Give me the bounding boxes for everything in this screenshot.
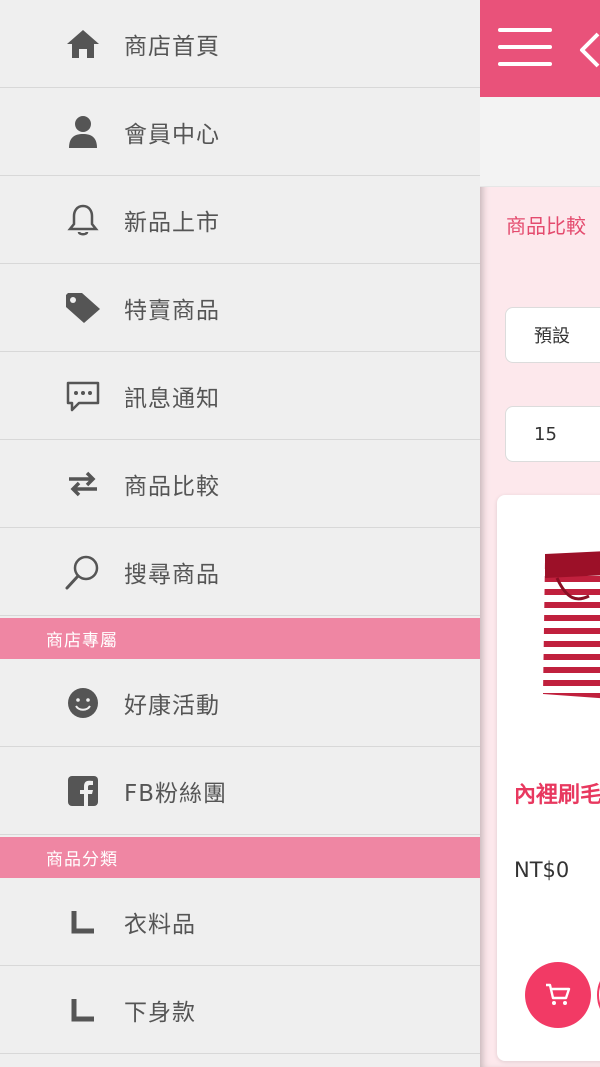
menu-item-label: 訊息通知 <box>124 385 220 412</box>
add-to-cart-button[interactable] <box>525 962 591 1028</box>
search-icon <box>63 552 103 592</box>
menu-item-label: 新品上市 <box>124 209 220 236</box>
cart-icon <box>546 983 571 1005</box>
menu-item-fb-fanpage[interactable]: FB粉絲團 <box>0 747 480 835</box>
smile-icon <box>63 683 103 723</box>
back-arrow-icon[interactable] <box>578 30 600 70</box>
sort-select[interactable]: 預設 <box>505 307 600 363</box>
menu-item-label: 衣料品 <box>124 911 196 938</box>
app-header <box>480 0 600 97</box>
menu-item-notifications[interactable]: 訊息通知 <box>0 352 480 440</box>
menu-item-label: FB粉絲團 <box>124 780 228 807</box>
menu-item-member-center[interactable]: 會員中心 <box>0 88 480 176</box>
user-icon <box>63 112 103 152</box>
chat-icon <box>63 376 103 416</box>
menu-item-promotions[interactable]: 好康活動 <box>0 659 480 747</box>
product-name[interactable]: 內裡刷毛 <box>514 777 600 809</box>
menu-item-label: 下身款 <box>124 999 196 1026</box>
home-icon <box>63 24 103 64</box>
per-page-select[interactable]: 15 <box>505 406 600 462</box>
bell-icon <box>63 200 103 240</box>
product-card[interactable]: 內裡刷毛 NT$0 <box>497 495 600 1061</box>
section-header-store: 商店專屬 <box>0 618 480 659</box>
menu-item-category-bottoms[interactable]: 下身款 <box>0 966 480 1054</box>
menu-item-label: 搜尋商品 <box>124 561 220 588</box>
tag-icon <box>63 288 103 328</box>
hamburger-menu-icon[interactable] <box>498 28 554 70</box>
menu-item-label: 好康活動 <box>124 692 220 719</box>
section-header-categories: 商品分類 <box>0 837 480 878</box>
menu-item-label: 特賣商品 <box>124 297 220 324</box>
compare-arrows-icon <box>63 464 103 504</box>
breadcrumb[interactable]: 商品比較 <box>506 210 586 239</box>
menu-item-store-home[interactable]: 商店首頁 <box>0 0 480 88</box>
corner-icon <box>63 990 103 1030</box>
menu-item-label: 商品比較 <box>124 473 220 500</box>
product-image <box>543 551 600 699</box>
menu-item-search-products[interactable]: 搜尋商品 <box>0 528 480 616</box>
menu-item-new-arrivals[interactable]: 新品上市 <box>0 176 480 264</box>
menu-item-category-clothing[interactable]: 衣料品 <box>0 878 480 966</box>
menu-item-label: 商店首頁 <box>124 33 220 60</box>
menu-item-sale-products[interactable]: 特賣商品 <box>0 264 480 352</box>
menu-item-product-compare[interactable]: 商品比較 <box>0 440 480 528</box>
facebook-icon <box>63 771 103 811</box>
sub-toolbar <box>480 97 600 187</box>
product-price: NT$0 <box>514 858 570 882</box>
side-drawer: 商店首頁 會員中心 新品上市 特賣商品 訊息通知 商品比較 搜尋商品 商店專屬 … <box>0 0 480 1067</box>
menu-item-label: 會員中心 <box>124 121 220 148</box>
main-page: 商品比較 預設 15 內裡刷毛 NT$0 <box>480 0 600 1067</box>
corner-icon <box>63 902 103 942</box>
